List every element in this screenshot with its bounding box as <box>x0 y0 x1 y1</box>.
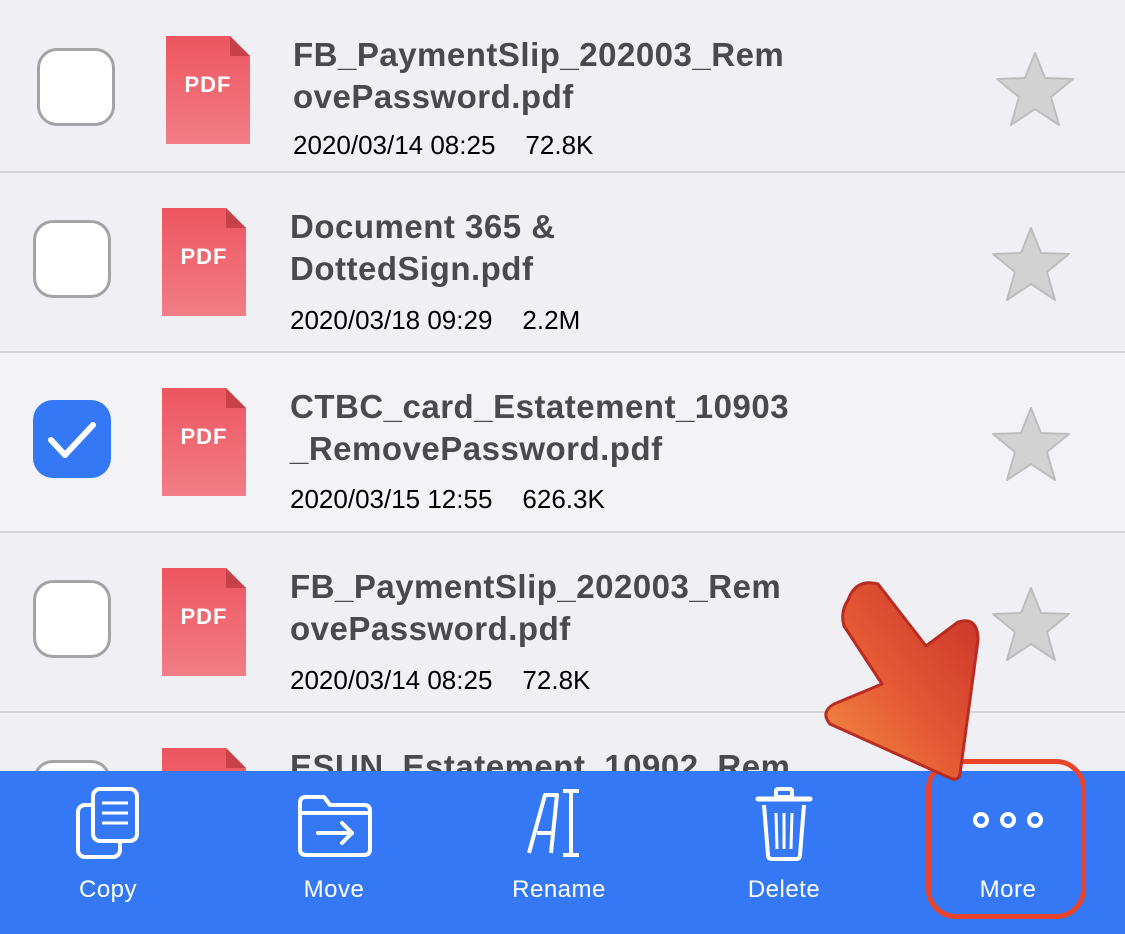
delete-label: Delete <box>747 876 821 903</box>
rename-label: Rename <box>512 876 606 903</box>
list-item[interactable]: PDF FB_PaymentSlip_202003_Rem ovePasswor… <box>0 0 1125 174</box>
file-name: CTBC_card_Estatement_10903 _RemovePasswo… <box>290 386 850 470</box>
file-size: 72.8K <box>525 130 594 160</box>
checkmark-icon <box>48 422 96 458</box>
pdf-type-label: PDF <box>180 604 228 629</box>
file-date: 2020/03/18 09:29 <box>290 305 493 335</box>
file-name-line: FB_PaymentSlip_202003_Rem <box>293 36 785 73</box>
file-name: FB_PaymentSlip_202003_Rem ovePassword.pd… <box>293 34 853 118</box>
file-name-line: ovePassword.pdf <box>293 78 574 115</box>
pdf-file-icon: PDF <box>162 388 246 496</box>
file-name-line: _RemovePassword.pdf <box>290 430 663 467</box>
file-meta: 2020/03/14 08:25 72.8K <box>290 665 590 695</box>
file-name-line: Document 365 & <box>290 208 556 245</box>
pdf-type-label: PDF <box>180 424 228 449</box>
star-icon[interactable] <box>994 50 1076 128</box>
list-item[interactable]: PDF Document 365 & DottedSign.pdf 2020/0… <box>0 173 1125 351</box>
file-name: ESUN_Estatement_10902_Rem <box>290 746 850 771</box>
select-checkbox[interactable] <box>33 220 111 298</box>
pdf-type-label: PDF <box>180 244 228 269</box>
file-name-line: ovePassword.pdf <box>290 610 571 647</box>
pdf-file-icon <box>162 748 246 771</box>
file-name-line: ESUN_Estatement_10902_Rem <box>290 748 791 771</box>
pdf-file-icon: PDF <box>162 208 246 316</box>
copy-button[interactable]: Copy <box>28 771 188 934</box>
star-icon[interactable] <box>990 405 1072 483</box>
star-icon[interactable] <box>990 585 1072 663</box>
file-date: 2020/03/14 08:25 <box>293 130 496 160</box>
pdf-file-icon: PDF <box>162 568 246 676</box>
delete-button[interactable]: Delete <box>704 771 864 934</box>
file-name: Document 365 & DottedSign.pdf <box>290 206 850 290</box>
rename-button[interactable]: Rename <box>479 771 639 934</box>
star-icon[interactable] <box>990 225 1072 303</box>
file-name-line: DottedSign.pdf <box>290 250 534 287</box>
rename-icon <box>527 789 579 857</box>
file-meta: 2020/03/18 09:29 2.2M <box>290 305 580 335</box>
file-meta: 2020/03/15 12:55 626.3K <box>290 484 605 514</box>
select-checkbox[interactable] <box>33 580 111 658</box>
file-name-line: FB_PaymentSlip_202003_Rem <box>290 568 782 605</box>
file-name-line: CTBC_card_Estatement_10903 <box>290 388 790 425</box>
file-date: 2020/03/15 12:55 <box>290 484 493 514</box>
select-checkbox[interactable] <box>33 760 111 771</box>
select-checkbox[interactable] <box>37 48 115 126</box>
copy-icon <box>76 787 139 859</box>
list-item-selected[interactable]: PDF CTBC_card_Estatement_10903 _RemovePa… <box>0 353 1125 531</box>
pdf-file-icon: PDF <box>166 36 250 144</box>
pointing-arrow-icon <box>824 581 980 781</box>
file-size: 72.8K <box>522 665 591 695</box>
move-button[interactable]: Move <box>254 771 414 934</box>
select-checkbox-checked[interactable] <box>33 400 111 478</box>
file-date: 2020/03/14 08:25 <box>290 665 493 695</box>
file-size: 2.2M <box>522 305 581 335</box>
file-size: 626.3K <box>522 484 605 514</box>
trash-icon <box>755 787 813 861</box>
pdf-type-label: PDF <box>184 72 232 97</box>
folder-move-icon <box>298 795 372 857</box>
move-label: Move <box>303 876 365 903</box>
file-name: FB_PaymentSlip_202003_Rem ovePassword.pd… <box>290 566 850 650</box>
file-meta: 2020/03/14 08:25 72.8K <box>293 130 593 160</box>
copy-label: Copy <box>78 876 138 903</box>
